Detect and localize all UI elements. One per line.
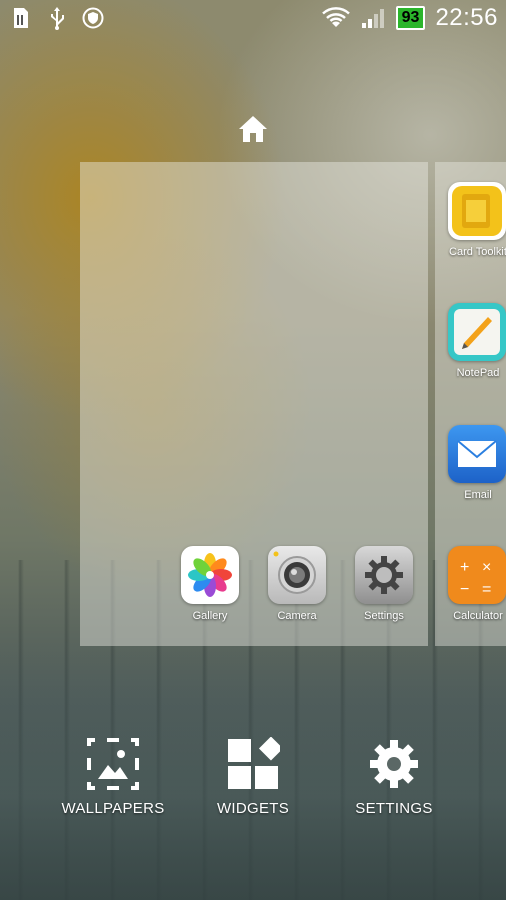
app-camera[interactable]: Camera xyxy=(257,546,337,622)
usb-icon xyxy=(46,6,68,30)
signal-icon xyxy=(360,6,386,30)
shield-icon xyxy=(82,6,104,30)
app-label: Card Toolkit xyxy=(449,246,506,258)
sim-card-icon xyxy=(448,182,506,240)
app-notepad[interactable]: NotePad xyxy=(448,303,506,379)
svg-text:×: × xyxy=(482,559,491,576)
svg-text:−: − xyxy=(460,581,469,598)
widgets-button[interactable]: WIDGETS xyxy=(183,736,323,817)
app-email[interactable]: Email xyxy=(448,425,506,501)
wallpapers-button[interactable]: WALLPAPERS xyxy=(43,736,183,817)
settings-button[interactable]: SETTINGS xyxy=(324,736,464,817)
home-screen-preview[interactable]: Gallery Camera Settings xyxy=(80,162,428,646)
sim-icon xyxy=(10,6,32,30)
notepad-icon xyxy=(448,303,506,361)
wallpapers-label: WALLPAPERS xyxy=(61,800,165,817)
status-clock: 22:56 xyxy=(435,4,498,31)
settings-label: SETTINGS xyxy=(355,800,433,817)
widgets-icon xyxy=(225,736,281,792)
home-icon[interactable] xyxy=(236,112,270,146)
gallery-icon xyxy=(181,546,239,604)
app-gallery[interactable]: Gallery xyxy=(170,546,250,622)
widgets-label: WIDGETS xyxy=(216,800,290,817)
app-label: Email xyxy=(464,489,492,501)
svg-text:=: = xyxy=(482,581,491,598)
calculator-icon: + × − = xyxy=(448,546,506,604)
camera-icon xyxy=(268,546,326,604)
email-icon xyxy=(448,425,506,483)
app-card-toolkit[interactable]: Card Toolkit xyxy=(448,182,506,258)
app-label: Settings xyxy=(364,610,404,622)
app-calculator[interactable]: + × − = Calculator xyxy=(448,546,506,622)
status-bar: 93 22:56 xyxy=(0,0,506,38)
app-settings[interactable]: Settings xyxy=(344,546,424,622)
wifi-icon xyxy=(321,6,350,30)
settings-gear-icon xyxy=(355,546,413,604)
svg-text:+: + xyxy=(460,559,469,576)
wallpapers-icon xyxy=(85,736,141,792)
app-label: Calculator xyxy=(453,610,503,622)
settings-icon xyxy=(366,736,422,792)
battery-icon: 93 xyxy=(395,6,426,30)
next-page-preview[interactable]: Card Toolkit NotePad Email + × − = Calcu… xyxy=(435,162,506,646)
app-label: Camera xyxy=(277,610,317,622)
app-label: Gallery xyxy=(192,610,228,622)
app-label: NotePad xyxy=(456,367,500,379)
